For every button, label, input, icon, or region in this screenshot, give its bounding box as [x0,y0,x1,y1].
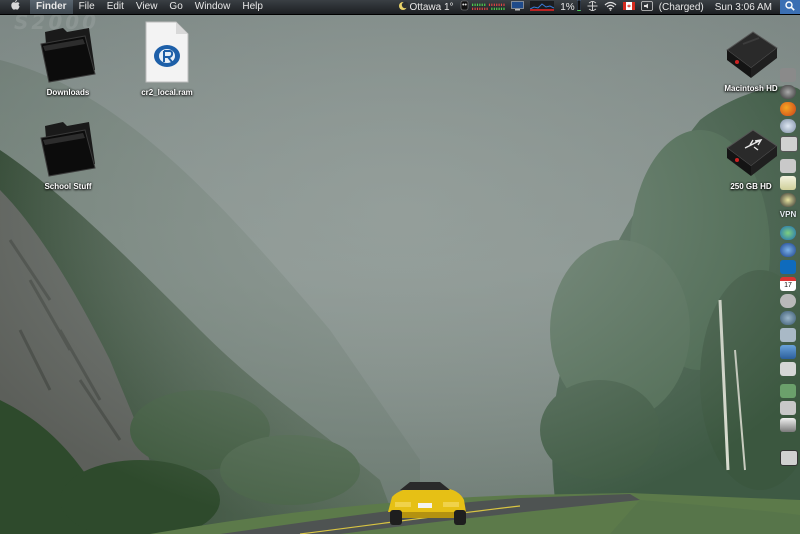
desktop-icon-label: Downloads [46,88,90,97]
usb-drive-icon [723,129,779,181]
preview-icon[interactable] [780,136,798,152]
display-menu-extra[interactable] [508,0,527,14]
desktop-wallpaper [0,0,800,534]
trash-icon[interactable] [780,450,798,466]
folder-icon [37,28,99,87]
menu-view[interactable]: View [130,0,164,14]
finder-app-menu[interactable]: Finder [30,0,73,14]
itunes-icon[interactable] [780,418,796,432]
dock: VPN 17 [778,64,798,474]
menu-file[interactable]: File [73,0,101,14]
desktop-icon-cr2-local-ram[interactable]: cr2_local.ram [122,20,212,97]
apple-menu[interactable] [0,0,30,14]
desktop-icon-school-stuff[interactable]: School Stuff [23,116,113,191]
weather-text: Ottawa 1° [409,1,454,13]
safari-icon[interactable] [780,119,796,133]
clock-menu-extra[interactable]: Sun 3:06 AM [707,0,780,14]
spotlight-button[interactable] [780,0,800,14]
app-icon[interactable] [780,294,796,308]
hard-drive-icon [723,31,779,83]
weather-menu-extra[interactable]: Ottawa 1° [395,0,457,14]
network-activity-meter: ▮▮▮▮▮▮ ▮▮▮▮▮▮▮ ▮▮▮▮▮▮▮ ▮▮▮▮▮▮ [471,2,506,11]
browser-icon[interactable] [780,243,796,257]
iphoto-icon[interactable] [780,345,796,359]
cpu-percent: 1% [560,1,575,13]
document-icon[interactable] [780,362,796,376]
canada-flag-icon [622,1,635,13]
weather-moon-icon [398,1,408,14]
graph-menu-extra[interactable] [527,0,557,14]
app-icon[interactable] [780,68,796,82]
ical-icon[interactable]: 17 [780,277,796,291]
menu-help[interactable]: Help [236,0,269,14]
firefox-icon[interactable] [780,102,796,116]
app-icon[interactable] [780,85,796,99]
search-icon [785,0,795,14]
cpu-menu-extra[interactable]: 1% [557,0,583,14]
activity-graph-icon [530,0,555,14]
menu-bar: Finder File Edit View Go Window Help Ott… [0,0,800,15]
textedit-icon[interactable] [780,176,796,190]
menu-edit[interactable]: Edit [101,0,130,14]
speaker-icon [640,0,653,14]
menu-go[interactable]: Go [163,0,188,14]
app-icon[interactable] [780,260,796,274]
volume-menu-extra[interactable] [638,0,656,14]
itunes-icon[interactable] [780,193,796,207]
desktop-icon-downloads[interactable]: Downloads [23,22,113,97]
realplayer-document-icon [142,21,192,87]
display-icon [511,0,525,14]
app-icon[interactable] [780,328,796,342]
apple-logo-icon [10,0,20,15]
input-menu-extra[interactable] [620,0,638,14]
folder-icon [37,122,99,181]
clock: Sun 3:06 AM [714,1,772,13]
app-icon[interactable] [780,311,796,325]
robot-icon [460,0,469,14]
app-icon[interactable] [780,401,796,415]
monitor-menu-extra[interactable]: ▮▮▮▮▮▮ ▮▮▮▮▮▮▮ ▮▮▮▮▮▮▮ ▮▮▮▮▮▮ [457,0,509,14]
desktop-icon-label: cr2_local.ram [141,88,193,97]
app-icon[interactable] [780,384,796,398]
battery-status: (Charged) [658,1,704,13]
bluetooth-menu-extra[interactable] [584,0,601,14]
wifi-icon [604,1,617,14]
desktop-icon-label: School Stuff [44,182,92,191]
wifi-menu-extra[interactable] [601,0,620,14]
battery-menu-extra[interactable]: (Charged) [656,0,707,14]
cpu-bar-icon [576,0,582,14]
network-icon[interactable] [780,226,796,240]
vpn-icon[interactable]: VPN [778,210,798,219]
mail-icon[interactable] [780,159,796,173]
menu-window[interactable]: Window [189,0,237,14]
sync-icon [587,0,598,14]
